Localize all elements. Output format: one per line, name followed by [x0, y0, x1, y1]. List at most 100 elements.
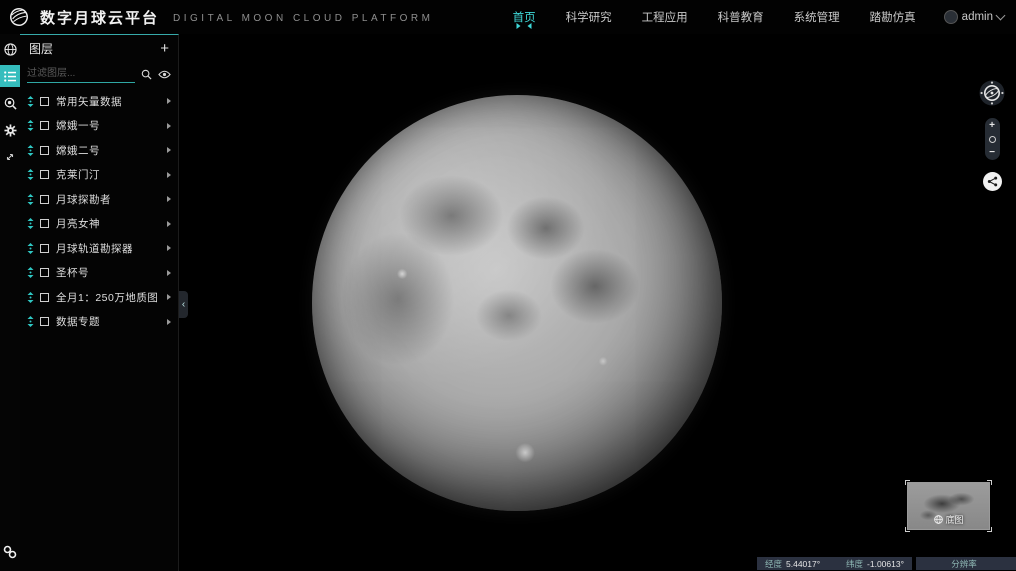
app-logo-moon-icon	[8, 6, 30, 28]
layer-checkbox[interactable]	[40, 170, 49, 179]
expand-chevron-icon[interactable]	[167, 98, 171, 104]
search-tool-button[interactable]	[0, 92, 20, 114]
layer-checkbox[interactable]	[40, 244, 49, 253]
user-menu[interactable]: admin	[944, 10, 1004, 24]
link-tool-button[interactable]	[0, 541, 20, 563]
nav-science-research[interactable]: 科学研究	[564, 7, 614, 27]
globe-tool-button[interactable]	[0, 38, 20, 60]
nav-science-education[interactable]: 科普教育	[716, 7, 766, 27]
layer-filter-input[interactable]	[27, 66, 135, 83]
layer-panel-header: 图层 +	[20, 35, 178, 60]
layer-checkbox[interactable]	[40, 121, 49, 130]
nav-system-management[interactable]: 系统管理	[792, 7, 842, 27]
expand-chevron-icon[interactable]	[167, 294, 171, 300]
layer-row-common-vector-data[interactable]: 常用矢量数据	[20, 89, 178, 114]
layer-row-change-1[interactable]: 嫦娥一号	[20, 114, 178, 139]
settings-tool-button[interactable]	[0, 119, 20, 141]
drag-handle-icon[interactable]	[26, 169, 35, 180]
search-globe-icon	[4, 97, 17, 110]
longitude-label: 经度	[765, 558, 782, 570]
layer-row-lunar-orbiter[interactable]: 月球轨道勘探器	[20, 236, 178, 261]
layer-checkbox[interactable]	[40, 317, 49, 326]
layer-panel: 图层 + 常用矢量数据 嫦娥	[20, 34, 179, 571]
coordinates-readout: 经度 5.44017° 纬度 -1.00613°	[757, 557, 912, 570]
eye-icon[interactable]	[158, 70, 171, 79]
layer-checkbox[interactable]	[40, 268, 49, 277]
expand-chevron-icon[interactable]	[167, 147, 171, 153]
expand-chevron-icon[interactable]	[167, 221, 171, 227]
longitude-value: 5.44017°	[786, 559, 820, 569]
platform-title-cn: 数字月球云平台	[40, 7, 159, 28]
drag-handle-icon[interactable]	[26, 292, 35, 303]
app-root: 数字月球云平台 DIGITAL MOON CLOUD PLATFORM 首页 科…	[0, 0, 1016, 571]
drag-handle-icon[interactable]	[26, 316, 35, 327]
minimap-corner-mark	[987, 527, 992, 532]
basemap-label-text: 底图	[945, 513, 963, 526]
nav-survey-simulation[interactable]: 踏勘仿真	[868, 7, 918, 27]
share-icon	[987, 176, 998, 187]
globe-icon	[4, 43, 17, 56]
drag-handle-icon[interactable]	[26, 145, 35, 156]
layer-checkbox[interactable]	[40, 195, 49, 204]
sidebar-collapse-handle[interactable]: ‹	[179, 291, 188, 318]
zoom-reset-button[interactable]	[989, 136, 996, 143]
compass-control[interactable]	[979, 80, 1005, 106]
layers-tool-button[interactable]	[0, 65, 20, 87]
map-controls: + −	[979, 80, 1005, 191]
expand-chevron-icon[interactable]	[167, 123, 171, 129]
minimap-corner-mark	[987, 480, 992, 485]
layer-checkbox[interactable]	[40, 219, 49, 228]
drag-handle-icon[interactable]	[26, 96, 35, 107]
expand-chevron-icon[interactable]	[167, 172, 171, 178]
drag-handle-icon[interactable]	[26, 218, 35, 229]
add-layer-button[interactable]: +	[160, 43, 169, 55]
layer-row-data-topics[interactable]: 数据专题	[20, 310, 178, 335]
layer-row-grail[interactable]: 圣杯号	[20, 261, 178, 286]
layer-row-change-2[interactable]: 嫦娥二号	[20, 138, 178, 163]
layer-filter-row	[20, 60, 178, 83]
latitude-label: 纬度	[846, 558, 863, 570]
nav-home[interactable]: 首页	[511, 7, 538, 27]
layer-checkbox[interactable]	[40, 146, 49, 155]
moon-globe[interactable]	[312, 95, 722, 511]
icon-rail	[0, 34, 20, 571]
drag-handle-icon[interactable]	[26, 120, 35, 131]
map-viewport[interactable]: + −	[179, 34, 1016, 571]
expand-chevron-icon[interactable]	[167, 196, 171, 202]
basemap-toggle[interactable]: 底图	[933, 513, 963, 526]
share-button[interactable]	[983, 172, 1002, 191]
globe-icon	[933, 515, 942, 524]
layer-row-geologic-map[interactable]: 全月1：250万地质图	[20, 285, 178, 310]
zoom-out-button[interactable]: −	[989, 148, 995, 157]
main-nav: 首页 科学研究 工程应用 科普教育 系统管理 踏勘仿真 admin	[511, 0, 1016, 34]
resolution-label: 分辨率	[951, 558, 977, 570]
drag-handle-icon[interactable]	[26, 194, 35, 205]
gear-icon	[4, 124, 17, 137]
active-tab-indicator	[517, 23, 532, 29]
minimap[interactable]: 底图	[907, 482, 990, 530]
layer-checkbox[interactable]	[40, 97, 49, 106]
expand-chevron-icon[interactable]	[167, 245, 171, 251]
layers-icon	[4, 71, 16, 82]
search-icon[interactable]	[141, 69, 152, 80]
fullscreen-icon	[4, 151, 16, 163]
fullscreen-tool-button[interactable]	[0, 146, 20, 168]
zoom-in-button[interactable]: +	[989, 121, 995, 130]
layer-row-lunar-prospector[interactable]: 月球探勘者	[20, 187, 178, 212]
expand-chevron-icon[interactable]	[167, 270, 171, 276]
topbar: 数字月球云平台 DIGITAL MOON CLOUD PLATFORM 首页 科…	[0, 0, 1016, 34]
expand-chevron-icon[interactable]	[167, 319, 171, 325]
drag-handle-icon[interactable]	[26, 243, 35, 254]
layer-list: 常用矢量数据 嫦娥一号 嫦娥二号 克莱门汀	[20, 83, 178, 334]
layer-row-kaguya[interactable]: 月亮女神	[20, 212, 178, 237]
avatar	[944, 10, 958, 24]
latitude-value: -1.00613°	[867, 559, 904, 569]
chevron-down-icon	[996, 11, 1006, 21]
drag-handle-icon[interactable]	[26, 267, 35, 278]
nav-engineering-application[interactable]: 工程应用	[640, 7, 690, 27]
zoom-control: + −	[985, 118, 1000, 160]
platform-title-en: DIGITAL MOON CLOUD PLATFORM	[173, 13, 433, 24]
layer-checkbox[interactable]	[40, 293, 49, 302]
layer-panel-title: 图层	[29, 40, 53, 57]
layer-row-clementine[interactable]: 克莱门汀	[20, 163, 178, 188]
